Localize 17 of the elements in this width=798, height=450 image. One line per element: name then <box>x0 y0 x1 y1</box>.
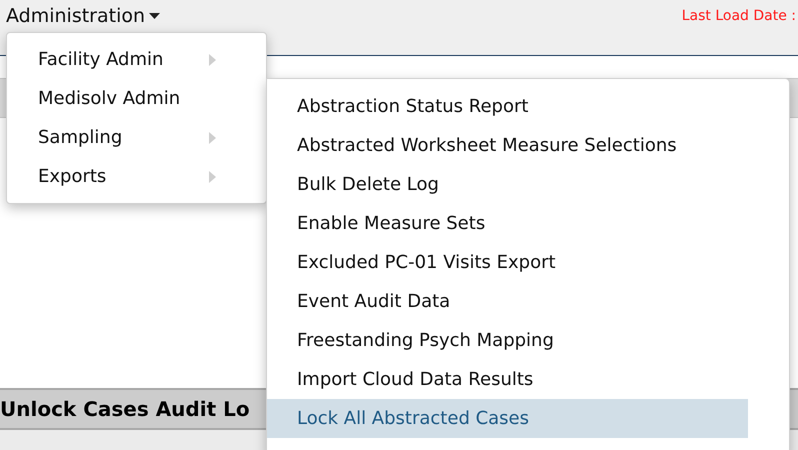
submenu-item[interactable]: Bulk Delete Log <box>267 165 748 204</box>
menu-item[interactable]: Facility Admin <box>7 40 266 79</box>
last-load-date-label: Last Load Date : <box>682 7 797 26</box>
submenu-item[interactable]: Freestanding Psych Mapping <box>267 321 748 360</box>
submenu-item[interactable]: Abstraction Status Report <box>267 87 748 126</box>
submenu-item[interactable]: Enable Measure Sets <box>267 204 748 243</box>
menu-item[interactable]: Exports <box>7 157 266 196</box>
submenu-item[interactable]: Event Audit Data <box>267 282 748 321</box>
menu-item[interactable]: Medisolv Admin <box>7 79 266 118</box>
submenu-item[interactable]: Abstracted Worksheet Measure Selections <box>267 126 748 165</box>
submenu-item[interactable]: Lock All Abstracted Cases <box>267 399 748 438</box>
section-title: Unlock Cases Audit Lo <box>0 396 250 423</box>
caret-icon <box>149 13 160 19</box>
submenu-item[interactable]: Excluded PC-01 Visits Export <box>267 243 748 282</box>
menu-item[interactable]: Sampling <box>7 118 266 157</box>
submenu-item[interactable]: Import Cloud Data Results <box>267 360 748 399</box>
administration-menu[interactable]: Administration <box>6 4 160 28</box>
